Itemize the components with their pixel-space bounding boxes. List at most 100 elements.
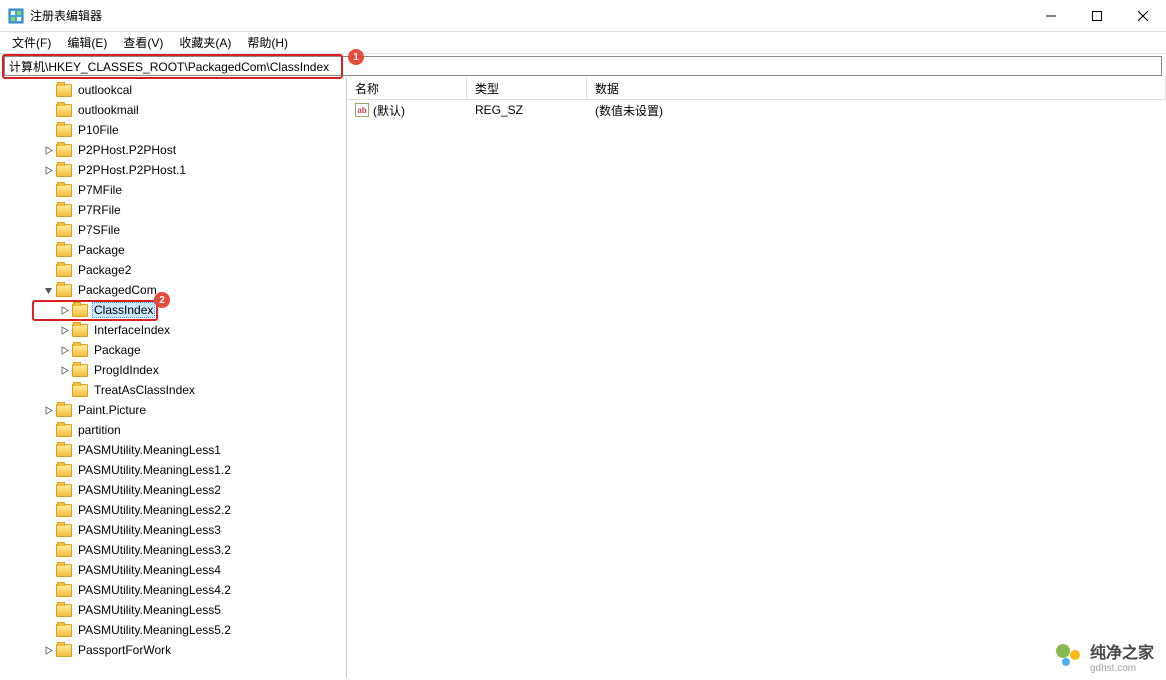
folder-icon: [72, 364, 88, 377]
chevron-right-icon[interactable]: [58, 326, 70, 335]
app-icon: [8, 8, 24, 24]
menu-view[interactable]: 查看(V): [115, 32, 171, 53]
address-input[interactable]: [4, 56, 1162, 76]
folder-icon: [56, 84, 72, 97]
menu-file[interactable]: 文件(F): [4, 32, 59, 53]
tree-item-label: Package: [76, 243, 127, 257]
tree-item-label: Paint.Picture: [76, 403, 148, 417]
watermark-icon: [1054, 642, 1084, 672]
tree-item[interactable]: P2PHost.P2PHost.1: [0, 160, 346, 180]
tree-item[interactable]: ProgIdIndex: [0, 360, 346, 380]
tree-item[interactable]: P7SFile: [0, 220, 346, 240]
tree-item-label: ProgIdIndex: [92, 363, 161, 377]
folder-icon: [56, 544, 72, 557]
chevron-down-icon[interactable]: [42, 286, 54, 295]
tree-item[interactable]: PASMUtility.MeaningLess4: [0, 560, 346, 580]
column-data[interactable]: 数据: [587, 78, 1166, 99]
tree-item[interactable]: ClassIndex: [0, 300, 346, 320]
tree-item-label: InterfaceIndex: [92, 323, 172, 337]
folder-icon: [56, 184, 72, 197]
titlebar: 注册表编辑器: [0, 0, 1166, 32]
value-type: REG_SZ: [467, 102, 587, 118]
tree-item[interactable]: PASMUtility.MeaningLess4.2: [0, 580, 346, 600]
column-type[interactable]: 类型: [467, 78, 587, 99]
tree-item[interactable]: PASMUtility.MeaningLess1.2: [0, 460, 346, 480]
close-button[interactable]: [1120, 0, 1166, 32]
column-name[interactable]: 名称: [347, 78, 467, 99]
watermark-sub: gdhst.com: [1090, 663, 1154, 674]
chevron-right-icon[interactable]: [58, 346, 70, 355]
folder-icon: [56, 264, 72, 277]
folder-icon: [56, 424, 72, 437]
tree-item[interactable]: outlookmail: [0, 100, 346, 120]
tree-item-label: PASMUtility.MeaningLess4: [76, 563, 223, 577]
folder-icon: [56, 644, 72, 657]
folder-icon: [56, 244, 72, 257]
string-value-icon: ab: [355, 103, 369, 117]
addressbar-wrap: 1: [0, 54, 1166, 78]
tree-item[interactable]: PASMUtility.MeaningLess5: [0, 600, 346, 620]
tree-item[interactable]: P2PHost.P2PHost: [0, 140, 346, 160]
tree-item[interactable]: TreatAsClassIndex: [0, 380, 346, 400]
folder-icon: [56, 604, 72, 617]
tree-pane[interactable]: outlookcal outlookmail P10File P2PHost.P2PH…: [0, 78, 347, 678]
folder-icon: [56, 624, 72, 637]
maximize-button[interactable]: [1074, 0, 1120, 32]
folder-icon: [56, 104, 72, 117]
folder-icon: [56, 144, 72, 157]
tree-item[interactable]: Package: [0, 340, 346, 360]
window-title: 注册表编辑器: [30, 7, 102, 24]
tree-item[interactable]: PASMUtility.MeaningLess2.2: [0, 500, 346, 520]
watermark: 纯净之家 gdhst.com: [1054, 639, 1154, 674]
tree-item[interactable]: Paint.Picture: [0, 400, 346, 420]
tree-item-label: PASMUtility.MeaningLess5: [76, 603, 223, 617]
tree-item[interactable]: PASMUtility.MeaningLess1: [0, 440, 346, 460]
tree-item[interactable]: PASMUtility.MeaningLess3: [0, 520, 346, 540]
tree-item-label: P10File: [76, 123, 121, 137]
chevron-right-icon[interactable]: [42, 406, 54, 415]
tree-item-label: outlookcal: [76, 83, 134, 97]
tree-item[interactable]: PASMUtility.MeaningLess5.2: [0, 620, 346, 640]
folder-icon: [56, 444, 72, 457]
folder-icon: [56, 504, 72, 517]
tree-item[interactable]: outlookcal: [0, 80, 346, 100]
tree-item[interactable]: PassportForWork: [0, 640, 346, 660]
tree-item[interactable]: PackagedCom: [0, 280, 346, 300]
chevron-right-icon[interactable]: [42, 646, 54, 655]
chevron-right-icon[interactable]: [58, 366, 70, 375]
folder-icon: [56, 464, 72, 477]
tree-item[interactable]: PASMUtility.MeaningLess2: [0, 480, 346, 500]
list-pane[interactable]: 名称 类型 数据 ab (默认) REG_SZ (数值未设置): [347, 78, 1166, 678]
tree-item[interactable]: P10File: [0, 120, 346, 140]
value-name: (默认): [373, 102, 405, 119]
tree-item[interactable]: PASMUtility.MeaningLess3.2: [0, 540, 346, 560]
content-area: outlookcal outlookmail P10File P2PHost.P2PH…: [0, 78, 1166, 678]
tree-item[interactable]: P7RFile: [0, 200, 346, 220]
annotation-callout-1: 1: [348, 49, 364, 65]
menu-edit[interactable]: 编辑(E): [59, 32, 115, 53]
chevron-right-icon[interactable]: [42, 146, 54, 155]
tree-item[interactable]: partition: [0, 420, 346, 440]
folder-icon: [56, 564, 72, 577]
window-controls: [1028, 0, 1166, 32]
folder-icon: [72, 324, 88, 337]
tree-item[interactable]: Package: [0, 240, 346, 260]
tree-item[interactable]: Package2: [0, 260, 346, 280]
tree-item-label: PackagedCom: [76, 283, 159, 297]
minimize-button[interactable]: [1028, 0, 1074, 32]
list-row[interactable]: ab (默认) REG_SZ (数值未设置): [347, 100, 1166, 120]
tree-item-label: PassportForWork: [76, 643, 173, 657]
value-name-cell: ab (默认): [347, 101, 467, 120]
menu-help[interactable]: 帮助(H): [239, 32, 296, 53]
tree-item[interactable]: InterfaceIndex: [0, 320, 346, 340]
folder-icon: [56, 124, 72, 137]
chevron-right-icon[interactable]: [58, 306, 70, 315]
tree-item-label: P2PHost.P2PHost: [76, 143, 178, 157]
menu-favorites[interactable]: 收藏夹(A): [171, 32, 239, 53]
chevron-right-icon[interactable]: [42, 166, 54, 175]
tree-item-label: PASMUtility.MeaningLess2.2: [76, 503, 233, 517]
tree-item[interactable]: P7MFile: [0, 180, 346, 200]
tree-item-label: PASMUtility.MeaningLess3.2: [76, 543, 233, 557]
folder-icon: [72, 384, 88, 397]
folder-icon: [56, 224, 72, 237]
